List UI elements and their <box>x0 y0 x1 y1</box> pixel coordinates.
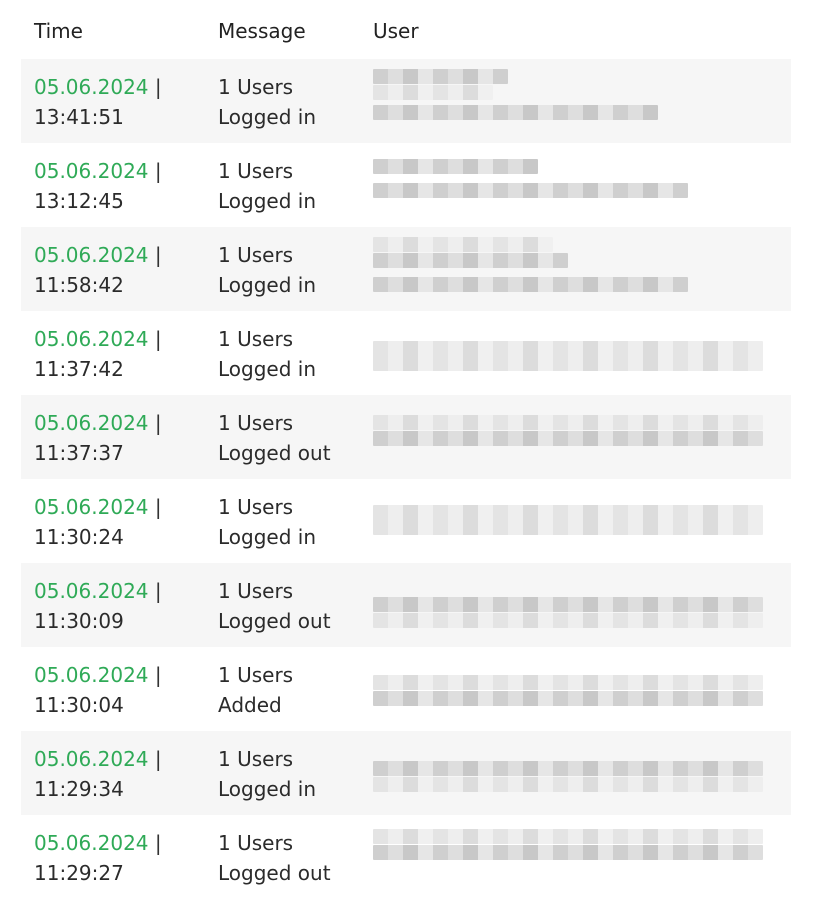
message-cell: 1 Users Logged in <box>218 240 316 300</box>
message-count: 1 Users <box>218 831 294 855</box>
time-cell: 05.06.2024 | 11:29:27 <box>34 828 162 888</box>
log-table-body: 05.06.2024 | 13:41:51 1 Users Logged in … <box>21 59 791 899</box>
time-cell: 05.06.2024 | 11:30:04 <box>34 660 162 720</box>
row-clock: 13:12:45 <box>34 189 124 213</box>
user-cell-pixelated <box>373 153 765 217</box>
time-cell: 05.06.2024 | 11:58:42 <box>34 240 162 300</box>
time-cell: 05.06.2024 | 13:41:51 <box>34 72 162 132</box>
time-cell: 05.06.2024 | 11:30:24 <box>34 492 162 552</box>
date-time-separator: | <box>154 579 162 603</box>
user-cell-pixelated <box>373 405 765 469</box>
row-date: 05.06.2024 <box>34 159 149 183</box>
table-row[interactable]: 05.06.2024 | 13:41:51 1 Users Logged in <box>21 59 791 143</box>
row-date: 05.06.2024 <box>34 747 149 771</box>
message-cell: 1 Users Added <box>218 660 293 720</box>
table-row[interactable]: 05.06.2024 | 11:29:34 1 Users Logged in <box>21 731 791 815</box>
row-date: 05.06.2024 <box>34 663 149 687</box>
row-clock: 11:30:04 <box>34 693 124 717</box>
user-cell-pixelated <box>373 237 765 301</box>
message-count: 1 Users <box>218 411 294 435</box>
table-row[interactable]: 05.06.2024 | 11:37:37 1 Users Logged out <box>21 395 791 479</box>
message-action: Added <box>218 693 282 717</box>
row-clock: 11:29:34 <box>34 777 124 801</box>
message-cell: 1 Users Logged in <box>218 156 316 216</box>
user-cell-pixelated <box>373 573 765 637</box>
message-action: Logged in <box>218 273 317 297</box>
date-time-separator: | <box>154 75 162 99</box>
message-action: Logged in <box>218 357 317 381</box>
row-clock: 11:58:42 <box>34 273 124 297</box>
time-cell: 05.06.2024 | 11:37:37 <box>34 408 162 468</box>
message-cell: 1 Users Logged in <box>218 324 316 384</box>
table-row[interactable]: 05.06.2024 | 13:12:45 1 Users Logged in <box>21 143 791 227</box>
date-time-separator: | <box>154 159 162 183</box>
time-cell: 05.06.2024 | 11:37:42 <box>34 324 162 384</box>
user-cell-pixelated <box>373 825 765 889</box>
time-cell: 05.06.2024 | 11:29:34 <box>34 744 162 804</box>
message-count: 1 Users <box>218 75 294 99</box>
row-date: 05.06.2024 <box>34 495 149 519</box>
row-date: 05.06.2024 <box>34 579 149 603</box>
user-cell-pixelated <box>373 489 765 553</box>
date-time-separator: | <box>154 327 162 351</box>
message-cell: 1 Users Logged out <box>218 408 331 468</box>
time-cell: 05.06.2024 | 13:12:45 <box>34 156 162 216</box>
message-count: 1 Users <box>218 495 294 519</box>
message-action: Logged in <box>218 105 317 129</box>
table-header: Time Message User <box>21 0 791 59</box>
time-cell: 05.06.2024 | 11:30:09 <box>34 576 162 636</box>
user-cell-pixelated <box>373 321 765 385</box>
row-clock: 11:37:37 <box>34 441 124 465</box>
table-row[interactable]: 05.06.2024 | 11:37:42 1 Users Logged in <box>21 311 791 395</box>
message-action: Logged in <box>218 189 317 213</box>
message-count: 1 Users <box>218 159 294 183</box>
message-cell: 1 Users Logged out <box>218 576 331 636</box>
message-action: Logged out <box>218 861 331 885</box>
column-header-user[interactable]: User <box>373 19 419 43</box>
table-row[interactable]: 05.06.2024 | 11:30:04 1 Users Added <box>21 647 791 731</box>
message-action: Logged in <box>218 525 317 549</box>
row-clock: 11:30:09 <box>34 609 124 633</box>
column-header-time[interactable]: Time <box>34 19 83 43</box>
row-date: 05.06.2024 <box>34 327 149 351</box>
row-date: 05.06.2024 <box>34 243 149 267</box>
message-count: 1 Users <box>218 327 294 351</box>
row-clock: 11:30:24 <box>34 525 124 549</box>
user-cell-pixelated <box>373 657 765 721</box>
date-time-separator: | <box>154 495 162 519</box>
table-row[interactable]: 05.06.2024 | 11:29:27 1 Users Logged out <box>21 815 791 899</box>
table-row[interactable]: 05.06.2024 | 11:58:42 1 Users Logged in <box>21 227 791 311</box>
user-cell-pixelated <box>373 741 765 805</box>
message-count: 1 Users <box>218 243 294 267</box>
message-action: Logged out <box>218 609 331 633</box>
message-action: Logged in <box>218 777 317 801</box>
row-clock: 11:29:27 <box>34 861 124 885</box>
date-time-separator: | <box>154 411 162 435</box>
row-date: 05.06.2024 <box>34 831 149 855</box>
message-action: Logged out <box>218 441 331 465</box>
user-cell-pixelated <box>373 69 765 133</box>
message-count: 1 Users <box>218 663 294 687</box>
row-clock: 11:37:42 <box>34 357 124 381</box>
row-date: 05.06.2024 <box>34 75 149 99</box>
date-time-separator: | <box>154 747 162 771</box>
table-row[interactable]: 05.06.2024 | 11:30:09 1 Users Logged out <box>21 563 791 647</box>
date-time-separator: | <box>154 243 162 267</box>
message-count: 1 Users <box>218 579 294 603</box>
column-header-message[interactable]: Message <box>218 19 306 43</box>
message-count: 1 Users <box>218 747 294 771</box>
row-clock: 13:41:51 <box>34 105 124 129</box>
table-row[interactable]: 05.06.2024 | 11:30:24 1 Users Logged in <box>21 479 791 563</box>
row-date: 05.06.2024 <box>34 411 149 435</box>
message-cell: 1 Users Logged in <box>218 72 316 132</box>
date-time-separator: | <box>154 663 162 687</box>
message-cell: 1 Users Logged in <box>218 744 316 804</box>
message-cell: 1 Users Logged in <box>218 492 316 552</box>
date-time-separator: | <box>154 831 162 855</box>
message-cell: 1 Users Logged out <box>218 828 331 888</box>
